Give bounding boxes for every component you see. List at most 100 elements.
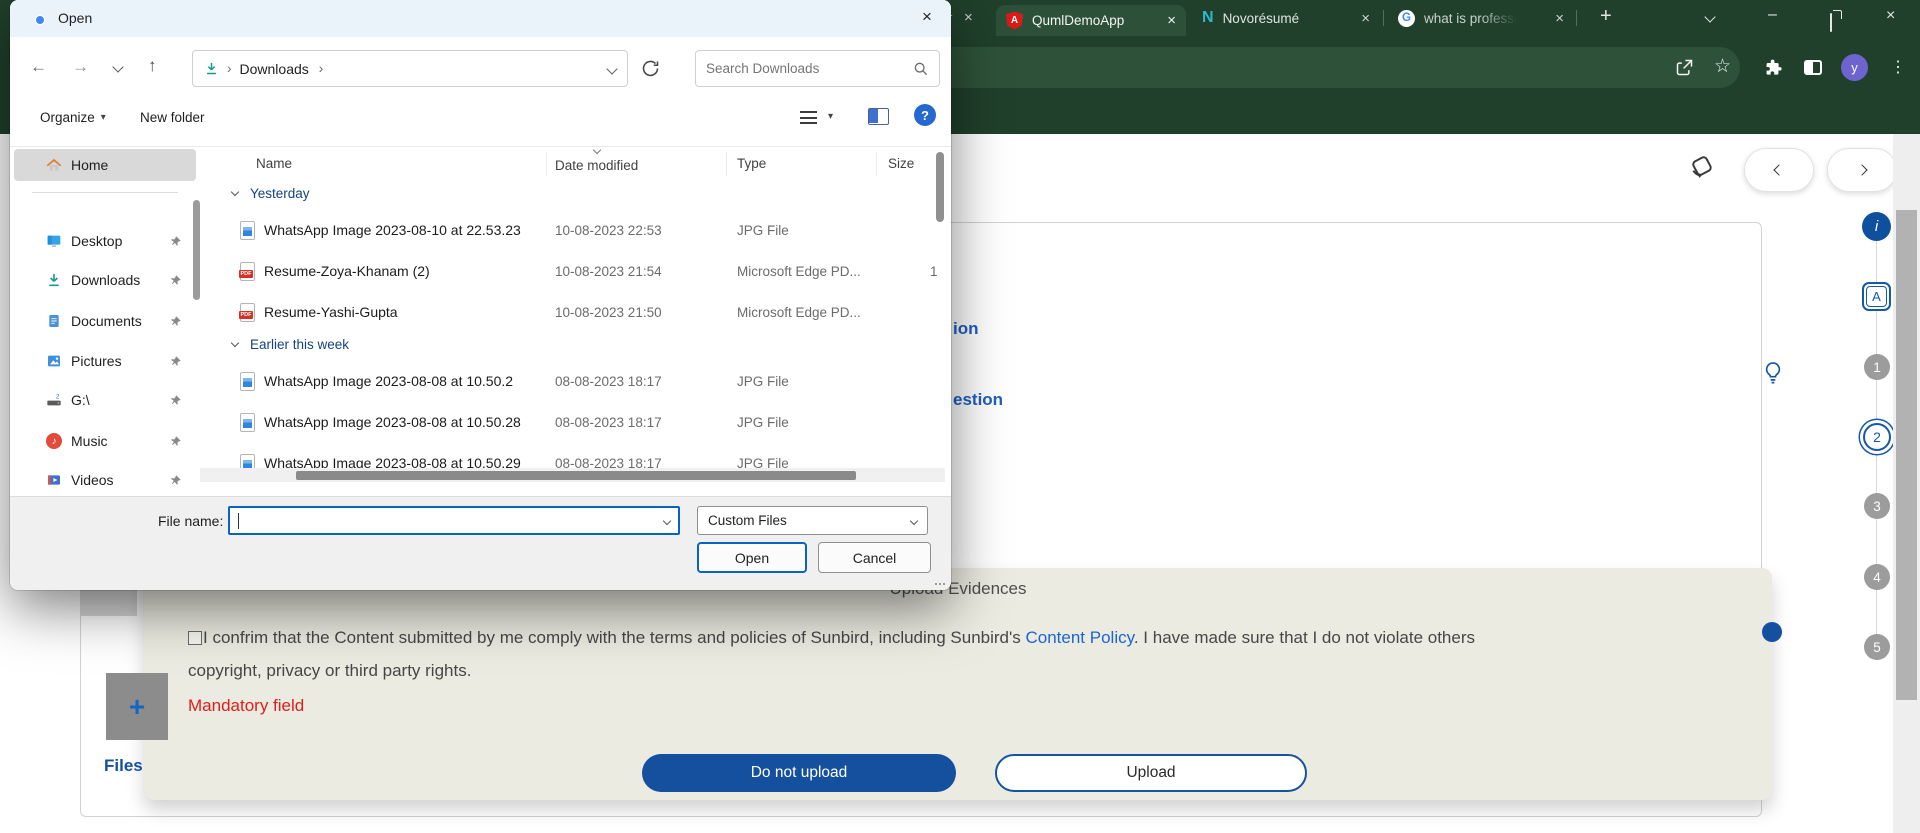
file-type-value: Custom Files (708, 513, 787, 528)
column-header-size[interactable]: Size (888, 156, 914, 171)
split-screen-icon[interactable] (1804, 60, 1822, 75)
column-separator[interactable] (546, 152, 547, 176)
clipped-blue-badge (1762, 622, 1782, 642)
file-row[interactable]: WhatsApp Image 2023-08-08 at 10.50.28 08… (230, 410, 940, 434)
sidebar-item-documents[interactable]: Documents (14, 305, 196, 337)
column-separator[interactable] (726, 152, 727, 176)
sidebar-item-music[interactable]: ♪ Music (14, 425, 196, 457)
accessibility-button[interactable]: A (1862, 282, 1891, 311)
page-scrollbar-thumb[interactable] (1896, 210, 1917, 700)
pdf-file-icon: PDF (240, 303, 255, 322)
lightbulb-icon[interactable] (1762, 360, 1784, 386)
group-collapse-icon[interactable] (231, 188, 239, 196)
sidebar-item-pictures[interactable]: Pictures (14, 345, 196, 377)
do-not-upload-button[interactable]: Do not upload (642, 754, 956, 792)
horizontal-scrollbar-thumb[interactable] (296, 471, 856, 480)
nav-up-icon[interactable]: ↑ (148, 56, 157, 76)
breadcrumb[interactable]: › Downloads › (192, 50, 628, 87)
tab-search[interactable]: G what is professio × (1388, 0, 1574, 36)
column-header-name[interactable]: Name (256, 156, 292, 171)
column-header-date[interactable]: Date modified (555, 158, 638, 173)
file-row[interactable]: PDF Resume-Yashi-Gupta 10-08-2023 21:50 … (230, 300, 940, 324)
upload-button[interactable]: Upload (995, 754, 1307, 792)
step-3[interactable]: 3 (1864, 493, 1890, 519)
sidebar-item-downloads[interactable]: Downloads (14, 264, 196, 296)
window-close-button[interactable]: × (1886, 7, 1895, 25)
file-type: JPG File (737, 374, 789, 389)
profile-avatar[interactable]: y (1841, 54, 1868, 81)
tab-close-icon[interactable]: × (1555, 10, 1564, 27)
sidebar-item-home[interactable]: Home (14, 149, 196, 181)
consent-line2: copyright, privacy or third party rights… (188, 654, 1748, 687)
sidebar-item-label: G:\ (71, 392, 90, 408)
search-input[interactable] (706, 61, 891, 76)
view-mode-icon[interactable] (800, 111, 817, 124)
column-separator[interactable] (876, 152, 877, 176)
column-header-type[interactable]: Type (737, 156, 766, 171)
nav-history-chevron-icon[interactable] (112, 61, 123, 72)
refresh-icon[interactable] (640, 58, 661, 79)
help-icon[interactable]: ? (914, 104, 936, 126)
file-row[interactable]: WhatsApp Image 2023-08-08 at 10.50.2 08-… (230, 369, 940, 393)
angular-icon: A (1006, 12, 1023, 30)
tab-novoresume[interactable]: N Novorésumé × (1192, 0, 1380, 36)
new-folder-button[interactable]: New folder (140, 110, 205, 125)
resize-grip[interactable] (935, 575, 945, 585)
step-5[interactable]: 5 (1864, 634, 1890, 660)
tab-close-icon[interactable]: × (1167, 12, 1176, 29)
share-icon[interactable] (1674, 57, 1695, 78)
search-box[interactable] (695, 50, 940, 87)
mandatory-field-note: Mandatory field (188, 696, 304, 716)
partial-tab-close-icon[interactable]: × (964, 9, 973, 26)
next-question-button[interactable] (1827, 148, 1897, 192)
rotate-icon[interactable] (1686, 150, 1718, 182)
prev-question-button[interactable] (1744, 148, 1814, 192)
group-header[interactable]: Earlier this week (250, 337, 349, 352)
preview-pane-icon[interactable] (868, 108, 889, 125)
breadcrumb-location[interactable]: Downloads (240, 61, 309, 77)
step-2-active[interactable]: 2 (1863, 423, 1891, 451)
content-policy-link[interactable]: Content Policy (1025, 628, 1133, 647)
window-minimize-button[interactable]: – (1768, 6, 1777, 24)
cancel-button[interactable]: Cancel (818, 542, 931, 573)
extensions-puzzle-icon[interactable] (1763, 58, 1783, 78)
sidebar-item-label: Videos (71, 472, 114, 488)
file-name-input[interactable] (238, 513, 664, 528)
file-size: 1 (930, 264, 938, 279)
bookmark-star-icon[interactable]: ☆ (1714, 55, 1731, 78)
view-mode-caret-icon[interactable]: ▾ (828, 111, 833, 122)
pin-icon (169, 274, 182, 287)
info-badge[interactable]: i (1862, 212, 1891, 241)
open-button[interactable]: Open (697, 542, 807, 573)
file-name-field[interactable] (228, 506, 680, 535)
file-row[interactable]: PDF Resume-Zoya-Khanam (2) 10-08-2023 21… (230, 259, 940, 283)
consent-checkbox[interactable] (188, 631, 202, 645)
tab-close-icon[interactable]: × (1361, 10, 1370, 27)
nav-forward-icon[interactable]: → (72, 57, 89, 77)
step-4[interactable]: 4 (1864, 564, 1890, 590)
kebab-menu-icon[interactable]: ⋮ (1890, 57, 1906, 77)
breadcrumb-dropdown-icon[interactable] (606, 63, 617, 74)
sidebar-item-videos[interactable]: Videos (14, 464, 196, 496)
file-row[interactable]: WhatsApp Image 2023-08-10 at 22.53.23 10… (230, 218, 940, 242)
file-type-select[interactable]: Custom Files (697, 506, 928, 535)
group-collapse-icon[interactable] (231, 339, 239, 347)
dialog-close-icon[interactable]: × (922, 7, 932, 27)
add-file-tile[interactable]: + (106, 673, 168, 740)
window-restore-button[interactable] (1830, 13, 1832, 32)
new-tab-button[interactable]: + (1600, 5, 1612, 28)
file-type: JPG File (737, 415, 789, 430)
tab-qumldemoapp[interactable]: A QumlDemoApp × (996, 5, 1186, 36)
window-menu-icon[interactable] (1704, 11, 1715, 22)
nav-back-icon[interactable]: ← (30, 57, 47, 77)
group-header[interactable]: Yesterday (250, 186, 310, 201)
organize-button[interactable]: Organize ▾ (40, 104, 106, 130)
address-bar[interactable] (820, 47, 1740, 88)
step-1[interactable]: 1 (1864, 354, 1890, 380)
list-scrollbar-thumb[interactable] (936, 152, 944, 222)
file-name-dropdown-icon[interactable] (663, 516, 671, 524)
sidebar-item-g-drive[interactable]: 2 G:\ (14, 384, 196, 416)
dialog-titlebar[interactable]: Open × (10, 0, 951, 37)
sidebar-scrollbar-thumb[interactable] (193, 200, 200, 300)
sidebar-item-desktop[interactable]: Desktop (14, 225, 196, 257)
